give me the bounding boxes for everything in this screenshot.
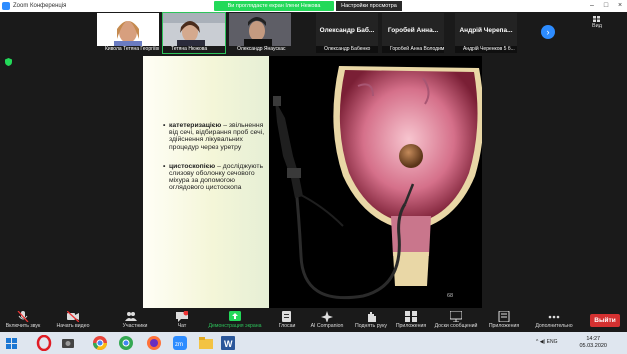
ai-companion-icon [321,311,333,322]
share-banner: Ви проглядаєте екран Ілени Нежова [214,1,334,11]
participant-tile[interactable]: Кивола Тетяна Георгіївна [97,13,159,53]
taskbar-clock[interactable]: 14:27 05.03.2020 [579,336,607,350]
toolbar-label: Дополнительно [535,323,573,329]
more-icon [548,315,560,319]
window-title: Zoom Конференція [13,3,67,9]
zoom-window: Zoom Конференція Ви проглядаєте екран Іл… [0,0,627,354]
toolbar-label: AI Companion [310,323,344,329]
participants-button[interactable]: Участники [112,308,158,332]
ai-companion-button[interactable]: AI Companion [305,308,349,332]
unmute-button[interactable]: Включить звук [0,308,46,332]
participant-video-icon [97,13,159,47]
close-button[interactable]: × [613,0,627,12]
start-video-button[interactable]: Начать видео [50,308,96,332]
grid-icon [593,16,601,22]
apps-button[interactable]: Приложения [392,308,430,332]
participant-name: Кивола Тетяна Георгіївна [97,46,159,53]
participant-strip: Кивола Тетяна Георгіївна Тетяна Нюжова О… [0,12,627,55]
notes-button[interactable]: Приложения [484,308,524,332]
chrome-icon[interactable] [92,335,108,351]
toolbar-label: Участники [122,323,148,329]
windows-taskbar: zm W ^ ◀) ENG 14:27 05.03.2020 [0,332,627,354]
leave-meeting-button[interactable]: Выйти [590,314,620,327]
view-options-button[interactable]: Настройки просмотра [336,1,402,11]
participant-tile[interactable]: Горобей Анна... Горобей Анна Володимирів… [382,13,444,53]
zoom-icon[interactable]: zm [172,335,188,351]
word-icon[interactable]: W [220,335,236,351]
toolbar-label: Глосаи [278,323,296,329]
minimize-button[interactable]: – [585,0,599,12]
participants-icon [125,312,137,321]
toolbar-label: Поднять руку [354,323,388,329]
chrome-icon[interactable] [118,335,134,351]
toolbar-label: Демонстрация экрана [208,323,262,329]
participant-tile[interactable]: Олександр Янаускас [229,13,291,53]
camera-icon[interactable] [60,335,76,351]
toolbar-label: Приложения [488,323,520,329]
tray-indicators[interactable]: ^ ◀) ENG [536,339,557,345]
participant-display-name: Олександр Баб... [319,27,375,34]
participant-name: Тетяна Нюжова [163,46,225,53]
participant-video-icon [229,13,291,46]
whiteboard-icon [450,311,462,322]
maximize-button[interactable]: □ [599,0,613,12]
shared-screen-slide: катетеризацією – звільнення від сечі, ві… [143,56,482,308]
notes-icon [498,311,510,322]
toolbar-label: Доски сообщений [434,323,478,329]
svg-text:W: W [224,339,233,349]
zoom-logo-icon [2,2,10,10]
chat-button[interactable]: Чат [162,308,202,332]
explorer-icon[interactable] [198,335,214,351]
slide-page-number: 68 [447,293,454,299]
participant-video-icon [163,13,225,46]
chat-icon [176,311,188,322]
mic-off-icon [17,311,29,322]
toolbar-label: Приложения [395,323,427,329]
raise-hand-button[interactable]: Поднять руку [350,308,392,332]
participant-name: Андрій Черенков 5 б... [455,46,517,53]
clock-date: 05.03.2020 [579,343,607,349]
chevron-right-icon[interactable]: › [541,25,555,39]
whiteboard-button[interactable]: Доски сообщений [432,308,480,332]
windows-icon[interactable] [4,335,20,351]
participant-tile[interactable]: Олександр Баб... Олександр Бабенко [316,13,378,53]
participant-tile-active[interactable]: Тетяна Нюжова [162,12,226,54]
clock-time: 14:27 [586,336,601,342]
participant-display-name: Горобей Анна... [387,27,439,34]
firefox-icon[interactable] [146,335,162,351]
participant-tile[interactable]: Андрій Черепа... Андрій Черенков 5 б... [455,13,517,53]
toolbar-label: Включить звук [5,323,41,329]
raise-hand-icon [368,312,376,322]
more-button[interactable]: Дополнительно [530,308,578,332]
opera-icon[interactable] [36,335,52,351]
svg-text:zm: zm [175,342,183,348]
share-screen-icon [229,311,241,321]
share-screen-button[interactable]: Демонстрация экрана [205,308,265,332]
view-label: Вид [592,23,602,29]
toolbar-label: Начать видео [56,323,90,329]
view-layout-button[interactable]: Вид [592,16,602,29]
participant-name: Олександр Бабенко [316,46,378,53]
record-icon [282,311,291,322]
shield-icon[interactable] [5,58,12,66]
video-off-icon [67,311,79,322]
toolbar-label: Чат [177,323,187,329]
record-button[interactable]: Глосаи [272,308,302,332]
participant-display-name: Андрій Черепа... [459,27,513,34]
apps-icon [405,311,417,322]
participant-name: Горобей Анна Володимирівна [382,46,444,53]
participant-name: Олександр Янаускас [229,46,291,53]
meeting-toolbar: Включить звук Начать видео Участники Чат… [0,308,627,332]
cystoscopy-illustration [269,56,482,308]
